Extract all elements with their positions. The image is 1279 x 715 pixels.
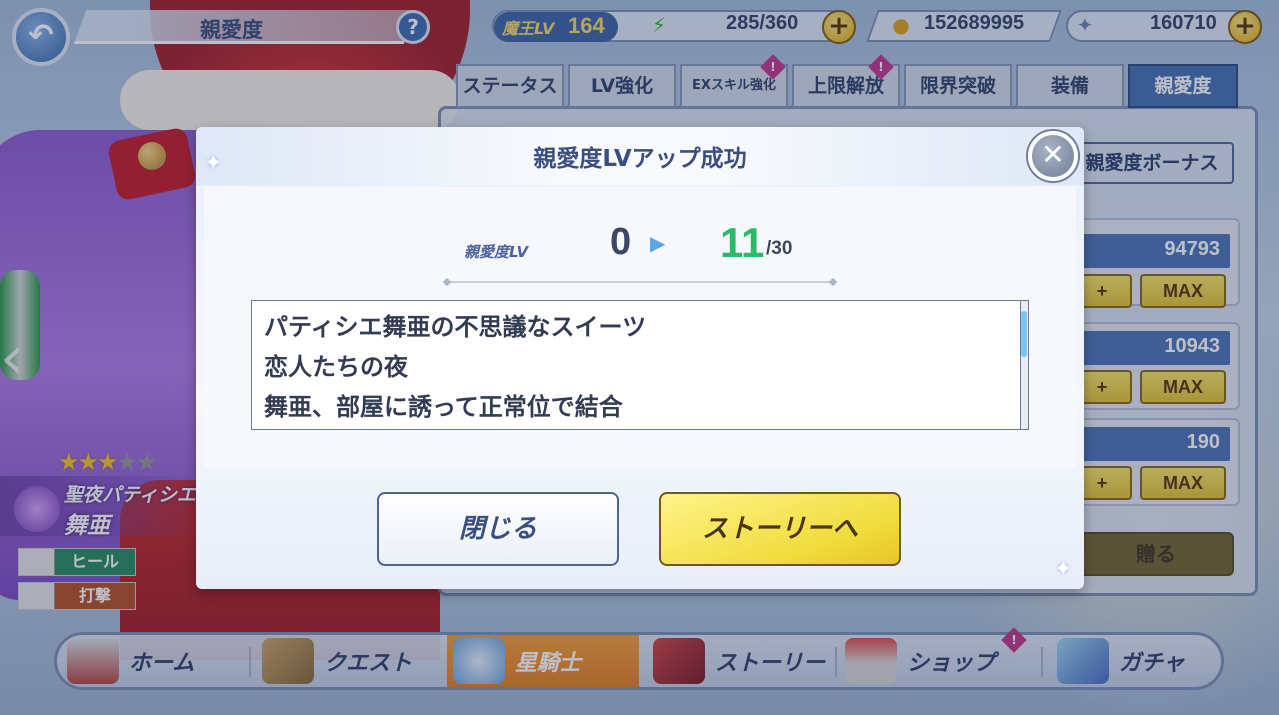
affection-level-before: 0 [610, 221, 632, 263]
arrow-right-icon: ▶ [650, 231, 666, 255]
affection-level-label: 親愛度LV [464, 243, 529, 261]
unlocked-stories-list[interactable]: パティシエ舞亜の不思議なスイーツ 恋人たちの夜 舞亜、部屋に誘って正常位で結合 [251, 300, 1029, 430]
divider [448, 281, 832, 283]
list-item: 恋人たちの夜 [264, 353, 408, 381]
scrollbar[interactable] [1020, 301, 1028, 429]
list-item: パティシエ舞亜の不思議なスイーツ [264, 313, 647, 341]
affection-level-after: 11 [720, 219, 765, 266]
close-icon: ✕ [1041, 138, 1065, 171]
affection-level-up-dialog: ✦ 親愛度LVアップ成功 ✕ 親愛度LV 0 ▶ 11 /30 パティシエ舞亜の… [196, 127, 1084, 589]
dialog-title: 親愛度LVアップ成功 [533, 146, 747, 172]
close-dialog-button[interactable]: 閉じる [377, 492, 619, 566]
close-button[interactable]: ✕ [1028, 131, 1078, 181]
scrollbar-thumb[interactable] [1021, 311, 1027, 357]
list-item: 舞亜、部屋に誘って正常位で結合 [264, 393, 623, 421]
affection-level-max: /30 [766, 238, 793, 259]
sparkle-icon: ✦ [1054, 557, 1073, 582]
go-to-story-button[interactable]: ストーリーへ [659, 492, 901, 566]
